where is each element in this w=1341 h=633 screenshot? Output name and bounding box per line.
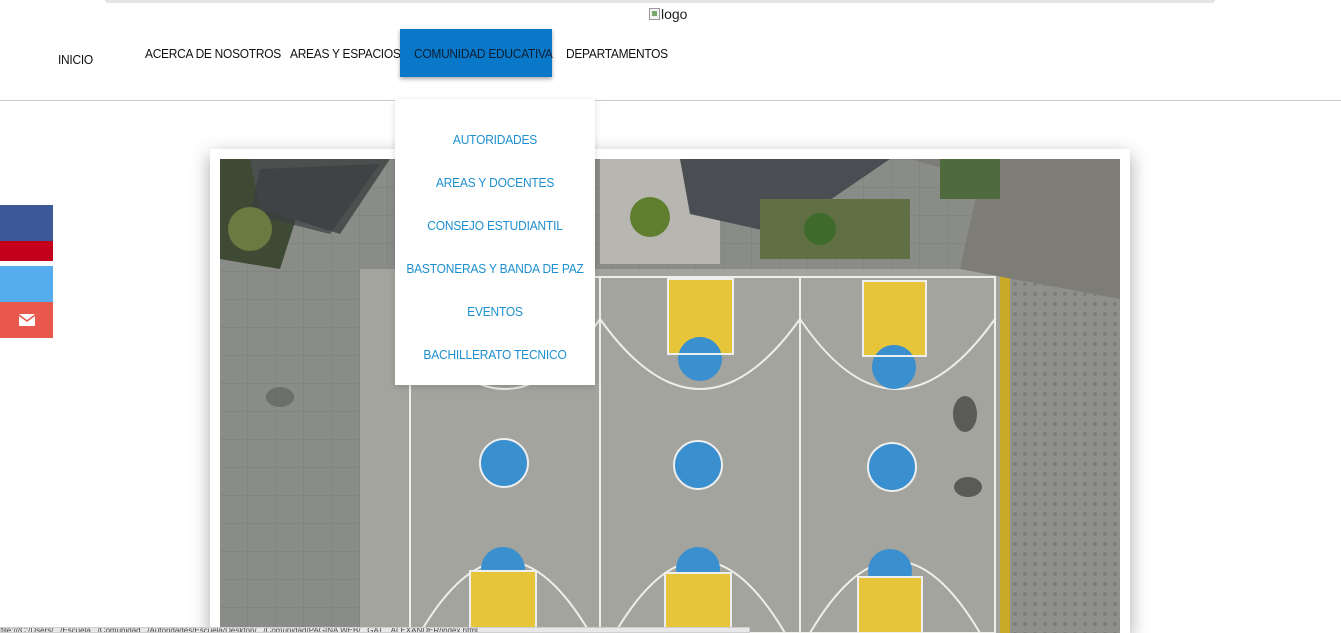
dropdown-item-autoridades[interactable]: AUTORIDADES	[403, 132, 587, 147]
dropdown-item-areas-docentes[interactable]: AREAS Y DOCENTES	[403, 175, 587, 190]
broken-image-icon	[649, 8, 660, 20]
nav-item-label: COMUNIDAD EDUCATIVA	[414, 46, 553, 61]
nav-item-comunidad-educativa[interactable]: COMUNIDAD EDUCATIVA	[400, 29, 553, 77]
nav-item-acerca[interactable]: ACERCA DE NOSOTROS	[145, 46, 281, 61]
comunidad-dropdown-menu: AUTORIDADES AREAS Y DOCENTES CONSEJO EST…	[395, 99, 595, 385]
top-navigation: logo INICIO ACERCA DE NOSOTROS AREAS Y E…	[0, 0, 1341, 101]
aerial-courts-image	[220, 159, 1120, 633]
email-share-button[interactable]	[0, 302, 53, 338]
dropdown-item-bachillerato-tecnico[interactable]: BACHILLERATO TECNICO	[403, 347, 587, 362]
dropdown-item-eventos[interactable]: EVENTOS	[403, 304, 587, 319]
nav-item-departamentos[interactable]: DEPARTAMENTOS	[566, 46, 668, 61]
google-share-button[interactable]	[0, 241, 53, 261]
status-bar-url: file:///C:/Users/.../Escuela.../Comunida…	[0, 627, 750, 633]
hero-image	[220, 159, 1120, 633]
envelope-icon	[18, 314, 35, 326]
twitter-share-button[interactable]	[0, 266, 53, 302]
dropdown-item-bastoneras[interactable]: BASTONERAS Y BANDA DE PAZ	[403, 261, 587, 276]
nav-item-inicio[interactable]: INICIO	[58, 52, 93, 67]
logo-alt-text: logo	[661, 6, 688, 22]
site-logo[interactable]: logo	[649, 6, 687, 22]
dropdown-item-consejo-estudiantil[interactable]: CONSEJO ESTUDIANTIL	[403, 218, 587, 233]
nav-item-areas-espacios[interactable]: AREAS Y ESPACIOS	[290, 46, 401, 61]
facebook-share-button[interactable]	[0, 205, 53, 241]
